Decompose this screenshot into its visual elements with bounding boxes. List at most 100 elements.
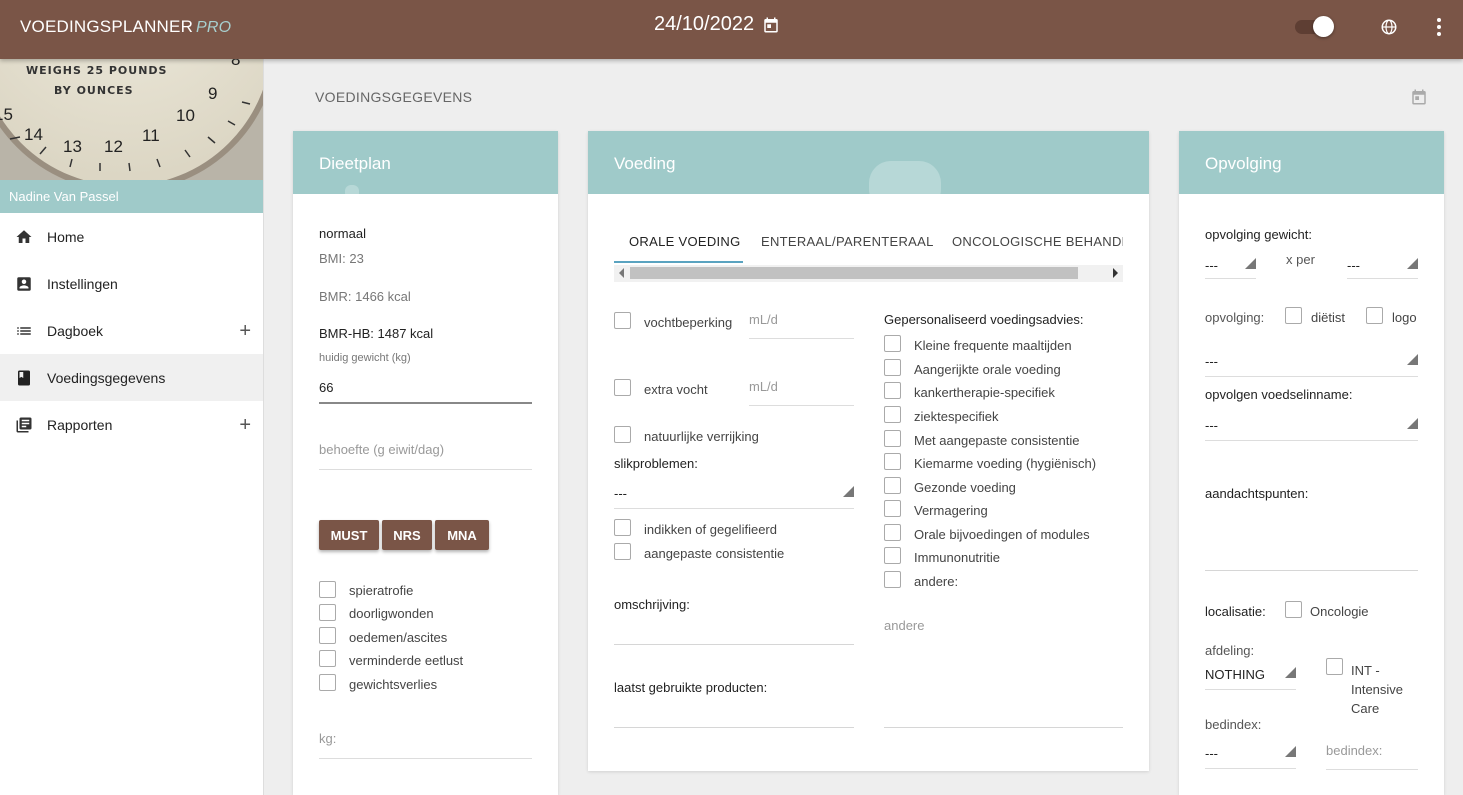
globe-icon[interactable] [1380, 18, 1398, 36]
app-brand[interactable]: VOEDINGSPLANNER PRO [20, 17, 231, 37]
andere-input[interactable]: andere [884, 618, 924, 633]
voedselinname-select[interactable]: --- [1205, 418, 1418, 441]
bedindex-input[interactable]: bedindex: [1326, 743, 1418, 770]
card-title-text: Dieetplan [319, 154, 391, 173]
active-tab-indicator [614, 261, 743, 263]
advies-checkbox[interactable] [884, 500, 901, 517]
dropdown-arrow-icon [1407, 258, 1418, 269]
advies-checkbox[interactable] [884, 571, 901, 588]
advies-checkbox[interactable] [884, 477, 901, 494]
extra-vocht-input[interactable]: mL/d [749, 379, 854, 406]
advies-checkbox[interactable] [884, 547, 901, 564]
sidebar-item-rapporten[interactable]: Rapporten + [0, 401, 263, 448]
cover-image: WEIGHS 25 POUNDS BY OUNCES 15 14 13 12 1… [0, 59, 263, 180]
gewichtsverlies-checkbox[interactable] [319, 674, 336, 691]
user-name: Nadine Van Passel [0, 180, 263, 213]
per-select[interactable]: --- [1347, 258, 1418, 279]
indikken-checkbox[interactable] [614, 519, 631, 536]
doorligwonden-checkbox[interactable] [319, 604, 336, 621]
current-date: 24/10/2022 [654, 13, 755, 35]
bmr-hb-value: BMR-HB: 1487 kcal [319, 326, 434, 341]
logo-checkbox[interactable] [1366, 307, 1383, 324]
checkbox-label: Kleine frequente maaltijden [914, 338, 1072, 353]
list-icon [17, 326, 31, 335]
scroll-left-icon[interactable] [619, 268, 624, 278]
advies-checkbox[interactable] [884, 406, 901, 423]
slikproblemen-select[interactable]: --- [614, 486, 854, 509]
checkbox-label: verminderde eetlust [349, 653, 464, 668]
afdeling-select[interactable]: NOTHING [1205, 667, 1296, 690]
theme-toggle[interactable] [1295, 16, 1334, 37]
int-label-line: Care [1351, 701, 1380, 716]
tab-orale-voeding[interactable]: ORALE VOEDING [629, 234, 741, 249]
vochtbeperking-input[interactable]: mL/d [749, 312, 854, 339]
aangepaste-consistentie-checkbox[interactable] [614, 543, 631, 560]
tab-enteraal-parenteraal[interactable]: ENTERAAL/PARENTERAAL [761, 234, 934, 249]
extra-vocht-checkbox[interactable] [614, 379, 631, 396]
opvolging-gewicht-label: opvolging gewicht: [1205, 227, 1312, 242]
calendar-icon[interactable] [1410, 88, 1428, 106]
laatst-gebruikte-input[interactable] [614, 727, 854, 728]
oedemen-checkbox[interactable] [319, 627, 336, 644]
advies-checkbox[interactable] [884, 359, 901, 376]
sidebar-item-label: Voedingsgegevens [47, 369, 166, 386]
sidebar-item-home[interactable]: Home [0, 213, 263, 260]
tab-oncologische-behandeling[interactable]: ONCOLOGISCHE BEHANDELING [952, 234, 1123, 249]
nrs-button[interactable]: NRS [382, 520, 432, 550]
checkbox-label: aangepaste consistentie [644, 546, 785, 561]
scrollbar-thumb[interactable] [630, 267, 1078, 279]
card-title: Opvolging [1179, 131, 1444, 194]
dietist-checkbox[interactable] [1285, 307, 1302, 324]
omschrijving-input[interactable] [614, 644, 854, 645]
int-checkbox[interactable] [1326, 658, 1343, 675]
bmi-value: BMI: 23 [319, 251, 364, 266]
checkbox-label: Orale bijvoedingen of modules [914, 527, 1090, 542]
scale-dial-illustration [0, 59, 263, 180]
weight-input[interactable]: 66 [319, 380, 532, 404]
sidebar-item-voedingsgegevens[interactable]: Voedingsgegevens [0, 354, 263, 401]
afdeling-label: afdeling: [1205, 643, 1255, 658]
aandachtspunten-input[interactable] [1205, 570, 1418, 571]
sidebar-item-dagboek[interactable]: Dagboek + [0, 307, 263, 354]
oncologie-checkbox[interactable] [1285, 601, 1302, 618]
app-bar: VOEDINGSPLANNER PRO 24/10/2022 [0, 0, 1463, 59]
dial-number-9: 9 [208, 84, 218, 103]
protein-need-input[interactable]: behoefte (g eiwit/dag) [319, 442, 532, 470]
advies-checkbox[interactable] [884, 382, 901, 399]
diet-type: normaal [319, 226, 366, 241]
dial-number-12: 12 [104, 137, 123, 156]
expand-icon[interactable]: + [239, 320, 251, 343]
mna-button[interactable]: MNA [435, 520, 489, 550]
tab-scrollbar[interactable] [614, 265, 1123, 282]
opvolging-select[interactable]: --- [1205, 354, 1418, 377]
gewicht-select[interactable]: --- [1205, 258, 1256, 279]
advies-checkbox[interactable] [884, 335, 901, 352]
date-picker[interactable]: 24/10/2022 [654, 13, 780, 36]
kg-input[interactable]: kg: [319, 731, 532, 759]
must-button[interactable]: MUST [319, 520, 379, 550]
checkbox-label: andere: [914, 574, 959, 589]
bmr-value: BMR: 1466 kcal [319, 289, 411, 304]
book-icon [18, 370, 30, 385]
cover-text-2: BY OUNCES [54, 84, 134, 97]
sidebar: WEIGHS 25 POUNDS BY OUNCES 15 14 13 12 1… [0, 59, 264, 795]
eetlust-checkbox[interactable] [319, 650, 336, 667]
vochtbeperking-checkbox[interactable] [614, 312, 631, 329]
sidebar-item-instellingen[interactable]: Instellingen [0, 260, 263, 307]
expand-icon[interactable]: + [239, 414, 251, 437]
dial-number-8: 8 [231, 59, 241, 69]
natuurlijke-verrijking-checkbox[interactable] [614, 426, 631, 443]
dropdown-arrow-icon [1245, 258, 1256, 269]
select-value: --- [1205, 354, 1218, 369]
dial-number-14: 14 [24, 125, 43, 144]
bedindex-select[interactable]: --- [1205, 746, 1296, 769]
checkbox-label: indikken of gegelifieerd [644, 522, 777, 537]
advies-checkbox[interactable] [884, 524, 901, 541]
voeding-card: Voeding ORALE VOEDING ENTERAAL/PARENTERA… [588, 131, 1149, 771]
advies-checkbox[interactable] [884, 453, 901, 470]
spieratrofie-checkbox[interactable] [319, 581, 336, 598]
more-vert-icon[interactable] [1430, 16, 1448, 38]
advies-checkbox[interactable] [884, 430, 901, 447]
scroll-right-icon[interactable] [1113, 268, 1118, 278]
checkbox-label: gewichtsverlies [349, 677, 438, 692]
